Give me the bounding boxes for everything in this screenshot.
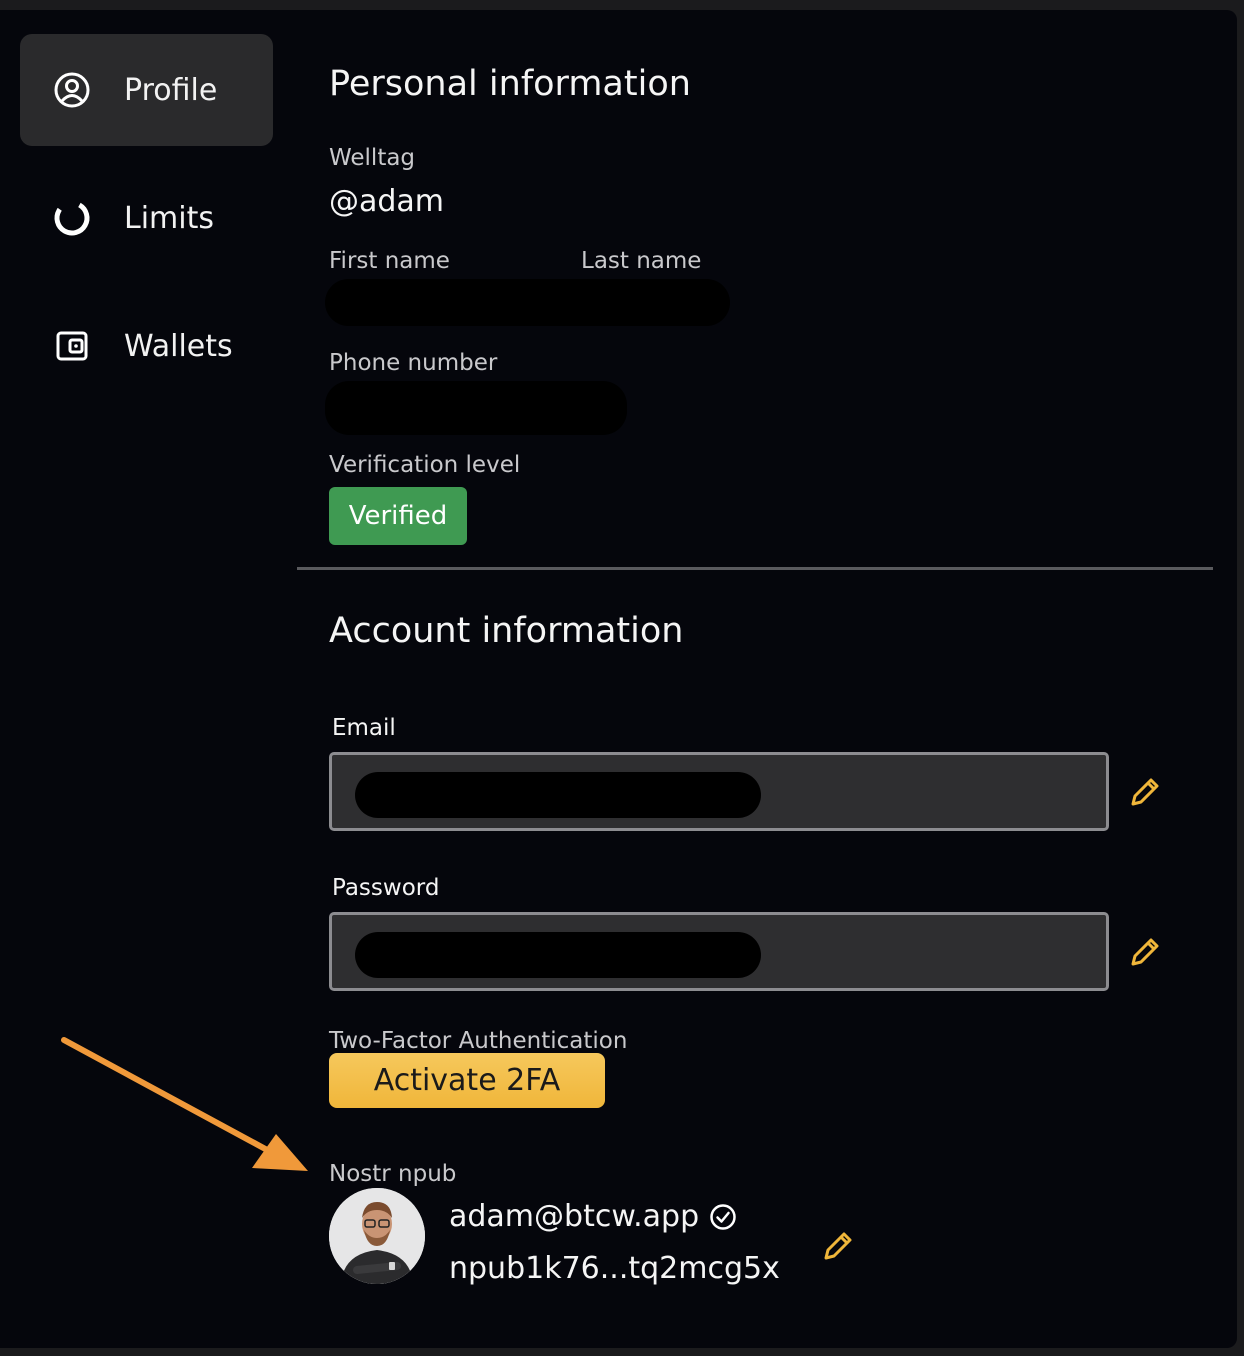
nostr-label: Nostr npub <box>329 1161 457 1187</box>
nostr-npub: npub1k76...tq2mcg5x <box>449 1251 780 1286</box>
nostr-nip05: adam@btcw.app <box>449 1199 700 1234</box>
edit-password-icon[interactable] <box>1128 935 1162 969</box>
section-divider <box>297 567 1213 570</box>
sidebar-item-wallets[interactable]: Wallets <box>20 290 273 402</box>
verified-badge: Verified <box>329 487 467 545</box>
wallet-icon <box>52 326 92 366</box>
sidebar-item-label: Wallets <box>124 328 233 364</box>
email-redacted <box>355 772 761 818</box>
email-label: Email <box>332 715 396 741</box>
welltag-label: Welltag <box>329 145 416 171</box>
activate-2fa-button[interactable]: Activate 2FA <box>329 1053 605 1108</box>
email-field[interactable] <box>329 752 1109 831</box>
verification-label: Verification level <box>329 452 521 478</box>
password-label: Password <box>332 875 440 901</box>
sidebar-item-profile[interactable]: Profile <box>20 34 273 146</box>
nostr-identity: adam@btcw.app <box>449 1199 737 1234</box>
password-redacted <box>355 932 761 978</box>
edit-email-icon[interactable] <box>1128 775 1162 809</box>
welltag-value: @adam <box>329 184 445 219</box>
sidebar-item-label: Limits <box>124 200 214 236</box>
annotation-arrow-icon <box>61 1037 308 1171</box>
twofa-label: Two-Factor Authentication <box>329 1028 628 1054</box>
account-info-title: Account information <box>329 611 684 651</box>
password-field[interactable] <box>329 912 1109 991</box>
check-circle-icon <box>709 1203 737 1231</box>
user-circle-icon <box>52 70 92 110</box>
sidebar-item-limits[interactable]: Limits <box>20 162 273 274</box>
personal-info-title: Personal information <box>329 64 691 104</box>
phone-label: Phone number <box>329 350 498 376</box>
donut-chart-icon <box>52 198 92 238</box>
avatar <box>329 1188 425 1284</box>
phone-redacted <box>325 381 627 435</box>
first-name-label: First name <box>329 248 450 274</box>
name-redacted <box>325 279 730 326</box>
edit-nostr-icon[interactable] <box>821 1229 855 1263</box>
last-name-label: Last name <box>581 248 702 274</box>
sidebar-item-label: Profile <box>124 72 218 108</box>
